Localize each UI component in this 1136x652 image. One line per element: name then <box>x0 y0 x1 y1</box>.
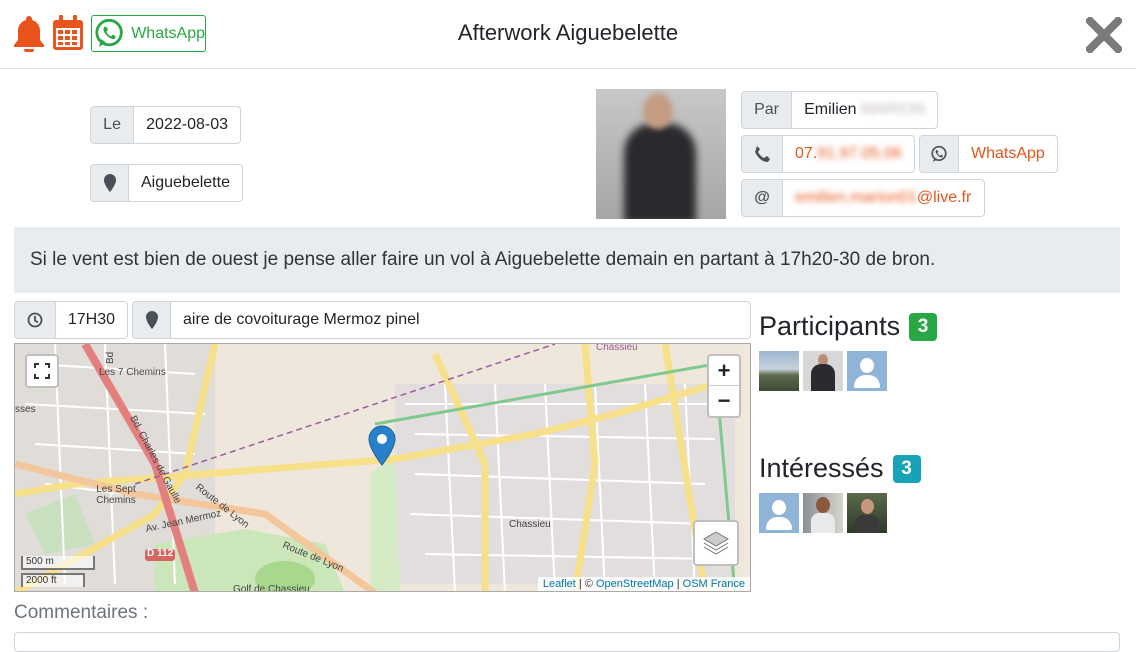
map-label: Les Sept Chemins <box>96 484 136 506</box>
map-tiles[interactable] <box>15 344 751 592</box>
email-value[interactable]: emilien.marion01 @live.fr <box>783 180 983 216</box>
map-label: Chassieu <box>509 519 551 530</box>
avatar[interactable] <box>847 351 887 391</box>
top-bar: WhatsApp Afterwork Aiguebelette <box>0 0 1136 69</box>
meeting-point-field: aire de covoiturage Mermoz pinel <box>132 301 751 339</box>
participants-count-badge: 3 <box>909 312 938 341</box>
layers-button[interactable] <box>693 520 739 566</box>
participants-heading: Participants 3 <box>759 311 938 342</box>
clock-icon <box>15 302 56 338</box>
organizer-field: Par Emilien MARION <box>741 91 938 129</box>
map-label: Golf de Chassieu <box>233 584 310 592</box>
avatar[interactable] <box>803 493 843 533</box>
map-label: sses <box>15 404 36 415</box>
avatar[interactable] <box>803 351 843 391</box>
scale-metric: 500 m <box>21 556 95 570</box>
participants-label: Participants <box>759 311 901 341</box>
phone-value[interactable]: 07. 91.97.05.06 <box>783 136 914 172</box>
time-field: 17H30 <box>14 301 128 339</box>
phone-icon <box>742 136 783 172</box>
map-label: Chassieu <box>596 343 638 353</box>
page-title: Afterwork Aiguebelette <box>457 20 679 45</box>
avatar[interactable] <box>847 493 887 533</box>
at-icon: @ <box>742 180 783 216</box>
interested-label: Intéressés <box>759 453 884 483</box>
avatar[interactable] <box>759 351 799 391</box>
zoom-out-button[interactable]: − <box>709 386 739 416</box>
organizer-label: Par <box>742 92 793 128</box>
location-value: Aiguebelette <box>141 174 230 191</box>
close-icon[interactable] <box>1086 17 1122 53</box>
layers-icon <box>703 531 729 555</box>
whatsapp-icon <box>920 136 959 172</box>
fullscreen-button[interactable] <box>25 354 59 388</box>
fullscreen-icon <box>34 363 50 379</box>
comments-box[interactable] <box>14 632 1120 652</box>
meeting-point-value: aire de covoiturage Mermoz pinel <box>183 311 420 328</box>
event-description: Si le vent est bien de ouest je pense al… <box>14 227 1120 293</box>
organizer-photo <box>596 89 726 219</box>
date-label: Le <box>91 107 135 143</box>
leaflet-link[interactable]: Leaflet <box>543 578 576 590</box>
scale-imperial: 2000 ft <box>21 573 85 587</box>
comments-heading: Commentaires : <box>14 602 149 623</box>
zoom-controls: + − <box>707 354 741 418</box>
interested-heading: Intéressés 3 <box>759 453 921 484</box>
date-value: 2022-08-03 <box>146 116 228 133</box>
map-attribution: Leaflet | © OpenStreetMap | OSM France <box>537 577 750 591</box>
interested-avatars <box>759 493 887 533</box>
map-marker-icon <box>91 165 129 201</box>
participants-avatars <box>759 351 887 391</box>
email-field[interactable]: @ emilien.marion01 @live.fr <box>741 179 985 217</box>
interested-count-badge: 3 <box>892 454 921 483</box>
location-field: Aiguebelette <box>90 164 243 202</box>
avatar[interactable] <box>759 493 799 533</box>
time-value: 17H30 <box>67 311 115 328</box>
phone-field[interactable]: 07. 91.97.05.06 <box>741 135 915 173</box>
map-label: D 112 <box>147 548 174 559</box>
map-marker-icon <box>133 302 171 338</box>
osm-link[interactable]: OpenStreetMap <box>596 578 674 590</box>
map-label: Les 7 Chemins <box>99 367 166 378</box>
zoom-in-button[interactable]: + <box>709 356 739 386</box>
osm-france-link[interactable]: OSM France <box>683 578 745 590</box>
organizer-whatsapp-button[interactable]: WhatsApp <box>919 135 1058 173</box>
map[interactable]: Les 7 Chemins Chassieu Bd sses Bd. Charl… <box>14 343 751 592</box>
map-label: Bd <box>105 351 116 364</box>
organizer-name: Emilien MARION <box>804 101 925 118</box>
organizer-whatsapp-label: WhatsApp <box>971 145 1045 162</box>
date-field: Le 2022-08-03 <box>90 106 241 144</box>
